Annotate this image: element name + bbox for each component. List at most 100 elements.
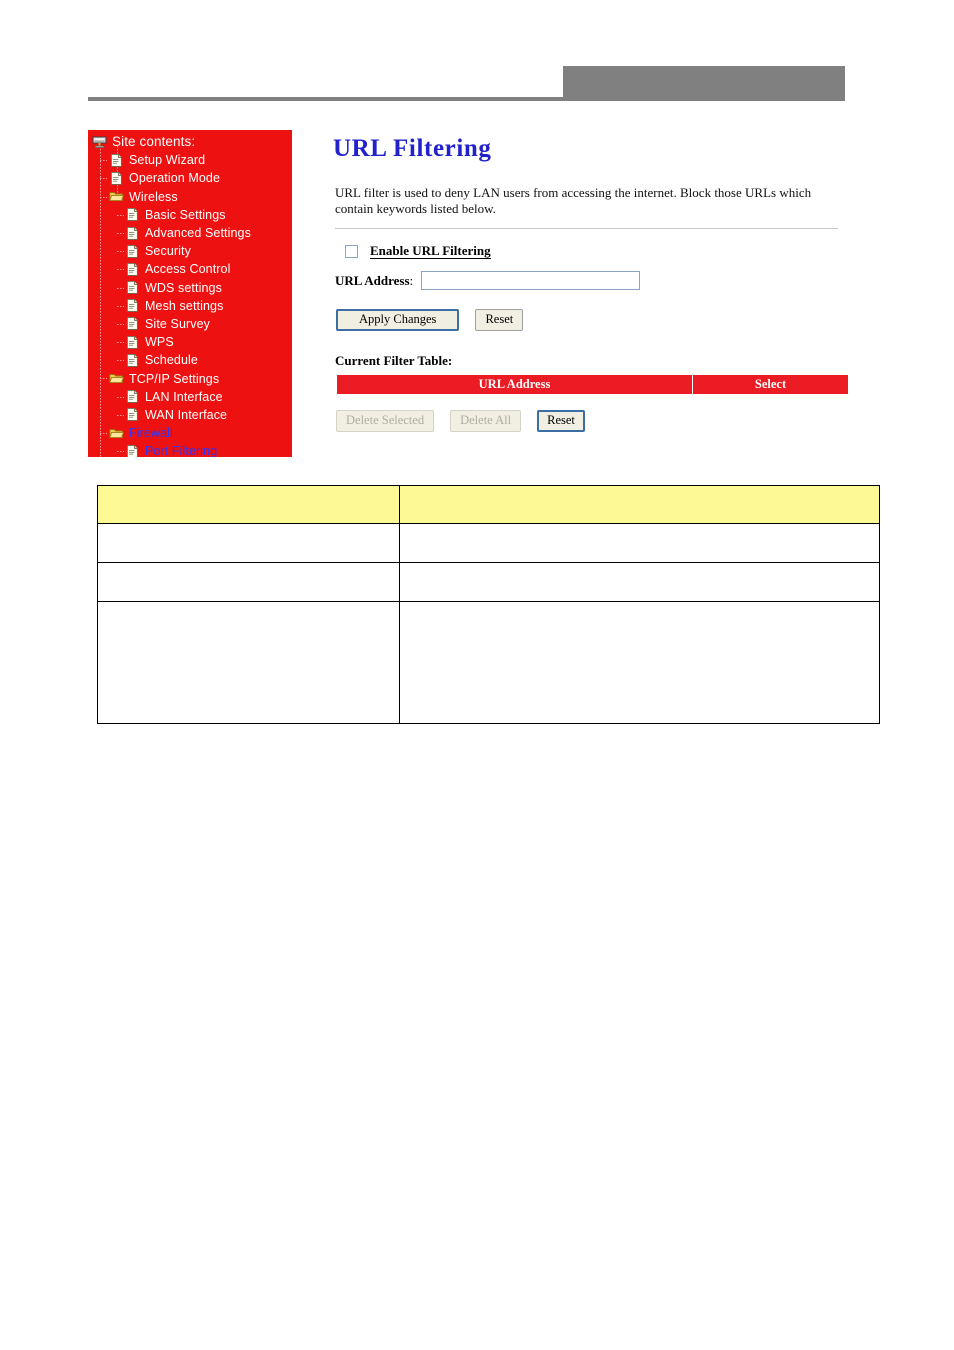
tree-connector-tick xyxy=(117,251,124,253)
table-reset-button[interactable]: Reset xyxy=(537,410,585,432)
sidebar-item-label: WAN Interface xyxy=(145,407,228,422)
reset-button[interactable]: Reset xyxy=(475,309,524,331)
sidebar-item-setup-wizard[interactable]: Setup Wizard xyxy=(88,151,292,169)
documentation-cell-value xyxy=(399,523,880,563)
url-address-input[interactable] xyxy=(421,271,641,290)
documentation-table-header-row xyxy=(97,485,880,524)
page-icon xyxy=(125,298,140,313)
current-filter-table-caption: Current Filter Table: xyxy=(335,353,453,368)
documentation-table xyxy=(97,485,880,724)
folder-icon xyxy=(109,426,124,441)
primary-button-row[interactable]: Apply Changes Reset xyxy=(336,309,845,331)
sidebar-item-security[interactable]: Security xyxy=(88,242,292,260)
site-contents-sidebar[interactable]: Site contents: Setup Wizard Operation Mode… xyxy=(88,130,292,457)
page-icon xyxy=(125,389,140,404)
router-console-screenshot: Site contents: Setup Wizard Operation Mode… xyxy=(0,130,954,458)
sidebar-item-label: Access Control xyxy=(145,262,231,277)
page-icon xyxy=(125,407,140,422)
url-address-label: URL Address: xyxy=(335,273,413,289)
sidebar-item-mesh-settings[interactable]: Mesh settings xyxy=(88,297,292,315)
page-title: URL Filtering xyxy=(333,135,492,162)
enable-url-filtering-row[interactable]: Enable URL Filtering xyxy=(345,244,845,259)
computer-icon xyxy=(92,135,107,150)
url-address-colon: : xyxy=(409,272,414,288)
sidebar-item-label: Wireless xyxy=(129,189,178,204)
sidebar-item-label: Setup Wizard xyxy=(129,153,206,168)
tree-connector-tick xyxy=(117,396,124,398)
documentation-header-cell-2 xyxy=(399,485,880,524)
page-icon xyxy=(125,316,140,331)
filter-table-header-row: URL Address Select xyxy=(336,374,849,395)
url-address-row[interactable]: URL Address: xyxy=(335,271,845,290)
tree-connector-tick xyxy=(100,378,107,380)
sidebar-item-label: WPS xyxy=(145,335,174,350)
page-icon xyxy=(125,207,140,222)
tree-connector-tick xyxy=(100,196,107,198)
site-tree[interactable]: Site contents: Setup Wizard Operation Mode… xyxy=(88,130,292,457)
sidebar-item-access-control[interactable]: Access Control xyxy=(88,260,292,278)
current-filter-table: URL Address Select xyxy=(336,374,849,395)
documentation-table-row xyxy=(97,601,880,724)
tree-connector-tick xyxy=(117,414,124,416)
sidebar-item-operation-mode[interactable]: Operation Mode xyxy=(88,169,292,187)
sidebar-item-advanced-settings[interactable]: Advanced Settings xyxy=(88,224,292,242)
folder-icon xyxy=(109,189,124,204)
sidebar-item-basic-settings[interactable]: Basic Settings xyxy=(88,206,292,224)
delete-selected-button[interactable]: Delete Selected xyxy=(336,410,435,432)
sidebar-item-wds-settings[interactable]: WDS settings xyxy=(88,279,292,297)
documentation-cell-label xyxy=(97,601,400,724)
content-divider xyxy=(335,228,838,229)
tree-connector-tick xyxy=(117,232,124,234)
sidebar-item-root: Site contents: xyxy=(88,133,292,151)
sidebar-item-label: Firewall xyxy=(129,426,173,441)
delete-all-button[interactable]: Delete All xyxy=(450,410,522,432)
sidebar-item-label: Basic Settings xyxy=(145,207,226,222)
header-gray-band xyxy=(563,66,845,100)
main-content-panel: URL Filtering URL filter is used to deny… xyxy=(333,130,849,458)
sidebar-item-wan-interface[interactable]: WAN Interface xyxy=(88,406,292,424)
page-icon xyxy=(125,244,140,259)
documentation-table-row xyxy=(97,562,880,602)
sidebar-item-tcp-ip-settings[interactable]: TCP/IP Settings xyxy=(88,369,292,387)
documentation-table-row xyxy=(97,523,880,563)
sidebar-item-label: Site contents: xyxy=(112,134,196,150)
page-icon xyxy=(125,226,140,241)
sidebar-item-label: TCP/IP Settings xyxy=(129,371,220,386)
page-header xyxy=(0,0,954,118)
sidebar-item-label: Advanced Settings xyxy=(145,226,251,241)
sidebar-item-lan-interface[interactable]: LAN Interface xyxy=(88,388,292,406)
sidebar-item-wps[interactable]: WPS xyxy=(88,333,292,351)
page-icon xyxy=(125,280,140,295)
folder-icon xyxy=(109,371,124,386)
header-divider-rule xyxy=(88,97,845,101)
documentation-cell-value xyxy=(399,562,880,602)
enable-url-filtering-label: Enable URL Filtering xyxy=(370,243,491,259)
sidebar-item-label: Port Filtering xyxy=(145,444,218,457)
sidebar-item-firewall[interactable]: Firewall xyxy=(88,424,292,442)
page-icon xyxy=(125,444,140,457)
tree-connector-tick xyxy=(117,287,124,289)
tree-connector-tick xyxy=(100,160,107,162)
filter-table-header-url-address: URL Address xyxy=(336,374,693,395)
sidebar-item-label: Site Survey xyxy=(145,316,211,331)
documentation-header-cell-1 xyxy=(97,485,400,524)
tree-connector-tick xyxy=(117,323,124,325)
apply-changes-button[interactable]: Apply Changes xyxy=(336,309,460,331)
enable-url-filtering-checkbox[interactable] xyxy=(345,245,358,258)
page-icon xyxy=(125,353,140,368)
sidebar-item-label: LAN Interface xyxy=(145,389,223,404)
sidebar-item-label: Security xyxy=(145,244,191,259)
tree-connector-tick xyxy=(100,433,107,434)
documentation-cell-label xyxy=(97,523,400,563)
url-address-label-text: URL Address xyxy=(335,272,410,288)
tree-connector-tick xyxy=(117,342,124,344)
tree-connector-tick xyxy=(117,360,124,362)
sidebar-item-site-survey[interactable]: Site Survey xyxy=(88,315,292,333)
table-button-row[interactable]: Delete Selected Delete All Reset xyxy=(336,410,845,432)
tree-connector-tick xyxy=(117,269,124,271)
sidebar-item-port-filtering[interactable]: Port Filtering xyxy=(88,442,292,457)
sidebar-item-schedule[interactable]: Schedule xyxy=(88,351,292,369)
tree-connector-tick xyxy=(117,305,124,307)
sidebar-item-wireless[interactable]: Wireless xyxy=(88,188,292,206)
tree-connector-tick xyxy=(117,214,124,216)
